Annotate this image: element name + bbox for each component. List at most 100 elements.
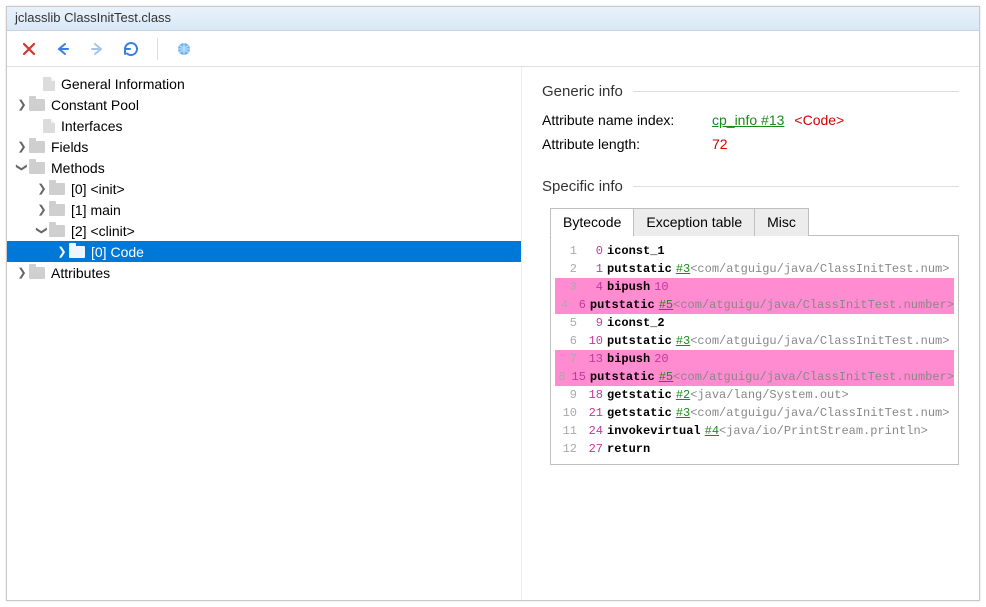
comment: <com/atguigu/java/ClassInitTest.number> — [673, 368, 954, 386]
tree-label: Attributes — [51, 265, 110, 281]
byte-offset: 4 — [583, 278, 603, 296]
tree-interfaces[interactable]: Interfaces — [7, 115, 521, 136]
tab-exception-table[interactable]: Exception table — [633, 208, 755, 236]
constant-ref-link[interactable]: #5 — [659, 368, 673, 386]
chevron-right-icon[interactable]: ❯ — [55, 245, 69, 258]
chevron-down-icon[interactable]: ❯ — [36, 224, 49, 238]
comment: <com/atguigu/java/ClassInitTest.number> — [673, 296, 954, 314]
chevron-right-icon[interactable]: ❯ — [15, 98, 29, 111]
close-icon[interactable] — [19, 39, 39, 59]
line-number: 7 — [555, 350, 577, 368]
folder-icon — [29, 162, 45, 174]
tree-constant-pool[interactable]: ❯ Constant Pool — [7, 94, 521, 115]
comment: <java/lang/System.out> — [690, 386, 848, 404]
line-number: 10 — [555, 404, 577, 422]
cp-info-link[interactable]: cp_info #13 — [712, 112, 784, 128]
bytecode-viewer[interactable]: 10iconst_121putstatic#3 <com/atguigu/jav… — [550, 236, 959, 465]
bytecode-row[interactable]: 21putstatic#3 <com/atguigu/java/ClassIni… — [555, 260, 954, 278]
folder-icon — [29, 141, 45, 153]
opcode: bipush — [607, 350, 650, 368]
opcode: return — [607, 440, 650, 458]
tree-label: [2] <clinit> — [71, 223, 135, 239]
bytecode-row[interactable]: 1227return — [555, 440, 954, 458]
attr-length-label: Attribute length: — [542, 136, 712, 152]
folder-icon — [29, 99, 45, 111]
tree-methods[interactable]: ❯Methods — [7, 157, 521, 178]
tab-bytecode[interactable]: Bytecode — [550, 208, 634, 236]
byte-offset: 15 — [572, 368, 586, 386]
refresh-icon[interactable] — [121, 39, 141, 59]
chevron-right-icon[interactable]: ❯ — [15, 140, 29, 153]
back-icon[interactable] — [53, 39, 73, 59]
app-window: jclasslib ClassInitTest.class General In… — [6, 6, 980, 601]
folder-icon — [49, 204, 65, 216]
attr-name-value: <Code> — [794, 112, 844, 128]
tree-method-main[interactable]: ❯ [1] main — [7, 199, 521, 220]
tab-misc[interactable]: Misc — [754, 208, 809, 236]
constant-ref-link[interactable]: #3 — [676, 260, 690, 278]
tree-panel[interactable]: General Information ❯ Constant Pool Inter… — [7, 67, 522, 600]
bytecode-row[interactable]: 10iconst_1 — [555, 242, 954, 260]
tree-label: [1] main — [71, 202, 121, 218]
byte-offset: 10 — [583, 332, 603, 350]
bytecode-row[interactable]: 815putstatic#5 <com/atguigu/java/ClassIn… — [555, 368, 954, 386]
line-number: 4 — [555, 296, 568, 314]
tree-method-init[interactable]: ❯[0] <init> — [7, 178, 521, 199]
content-area: General Information ❯ Constant Pool Inter… — [7, 67, 979, 600]
forward-icon[interactable] — [87, 39, 107, 59]
attr-name-row: Attribute name index: cp_info #13 <Code> — [542, 112, 959, 128]
attr-length-value: 72 — [712, 136, 728, 152]
tree-general-info[interactable]: General Information — [7, 73, 521, 94]
operand-number: 10 — [654, 278, 668, 296]
constant-ref-link[interactable]: #4 — [705, 422, 719, 440]
globe-icon[interactable] — [174, 39, 194, 59]
toolbar — [7, 31, 979, 67]
line-number: 2 — [555, 260, 577, 278]
comment: <com/atguigu/java/ClassInitTest.num> — [690, 404, 949, 422]
tree-attributes[interactable]: ❯ Attributes — [7, 262, 521, 283]
bytecode-row[interactable]: 1124invokevirtual#4 <java/io/PrintStream… — [555, 422, 954, 440]
generic-info-header: Generic info — [542, 83, 959, 100]
line-number: 9 — [555, 386, 577, 404]
folder-open-icon — [69, 246, 85, 258]
constant-ref-link[interactable]: #2 — [676, 386, 690, 404]
specific-info-header: Specific info — [542, 178, 959, 195]
line-number: 1 — [555, 242, 577, 260]
detail-panel: Generic info Attribute name index: cp_in… — [522, 67, 979, 600]
byte-offset: 18 — [583, 386, 603, 404]
constant-ref-link[interactable]: #5 — [659, 296, 673, 314]
chevron-right-icon[interactable]: ❯ — [15, 266, 29, 279]
byte-offset: 24 — [583, 422, 603, 440]
bytecode-row[interactable]: 6 10putstatic#3 <com/atguigu/java/ClassIn… — [555, 332, 954, 350]
bytecode-row[interactable]: 9 18getstatic#2 <java/lang/System.out> — [555, 386, 954, 404]
comment: <com/atguigu/java/ClassInitTest.num> — [690, 332, 949, 350]
bytecode-row[interactable]: 713bipush20 — [555, 350, 954, 368]
bytecode-row[interactable]: 59iconst_2 — [555, 314, 954, 332]
chevron-right-icon[interactable]: ❯ — [35, 203, 49, 216]
byte-offset: 6 — [574, 296, 586, 314]
tree-method-clinit[interactable]: ❯ [2] <clinit> — [7, 220, 521, 241]
tab-bar: Bytecode Exception table Misc — [550, 207, 959, 236]
tree-label: Constant Pool — [51, 97, 139, 113]
opcode: iconst_1 — [607, 242, 665, 260]
line-number: 6 — [555, 332, 577, 350]
bytecode-row[interactable]: 1021getstatic#3 <com/atguigu/java/ClassI… — [555, 404, 954, 422]
opcode: getstatic — [607, 404, 672, 422]
constant-ref-link[interactable]: #3 — [676, 404, 690, 422]
operand-number: 20 — [654, 350, 668, 368]
attr-name-label: Attribute name index: — [542, 112, 712, 128]
opcode: invokevirtual — [607, 422, 701, 440]
bytecode-row[interactable]: 34bipush10 — [555, 278, 954, 296]
attr-length-row: Attribute length: 72 — [542, 136, 959, 152]
opcode: getstatic — [607, 386, 672, 404]
file-icon — [43, 77, 55, 91]
line-number: 11 — [555, 422, 577, 440]
tree-fields[interactable]: ❯Fields — [7, 136, 521, 157]
chevron-down-icon[interactable]: ❯ — [16, 161, 29, 175]
constant-ref-link[interactable]: #3 — [676, 332, 690, 350]
tree-code[interactable]: ❯ [0] Code — [7, 241, 521, 262]
bytecode-row[interactable]: 46putstatic#5 <com/atguigu/java/ClassIni… — [555, 296, 954, 314]
chevron-right-icon[interactable]: ❯ — [35, 182, 49, 195]
tree-label: [0] Code — [91, 244, 144, 260]
opcode: putstatic — [607, 332, 672, 350]
